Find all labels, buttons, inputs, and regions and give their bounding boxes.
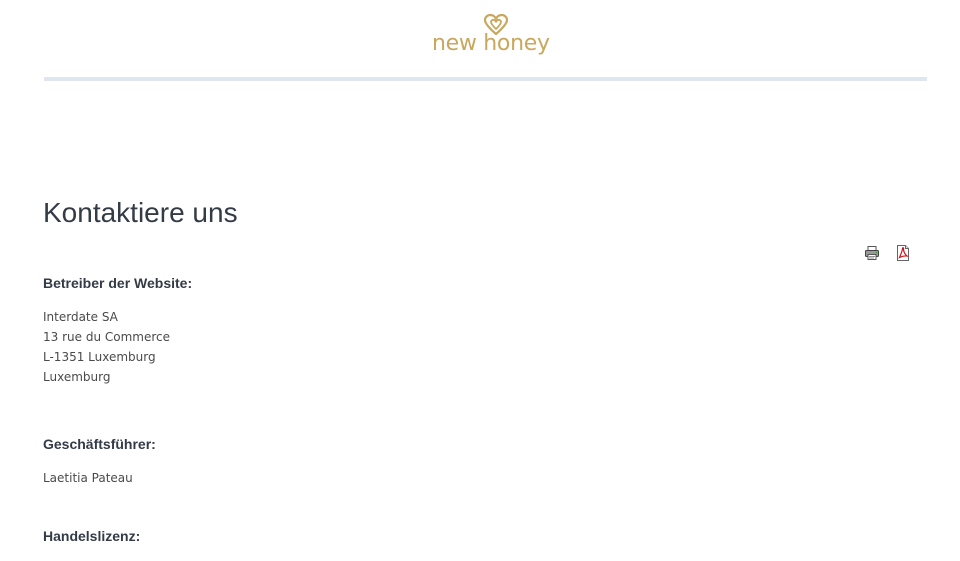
license-heading: Handelslizenz: — [43, 528, 141, 544]
header-divider — [44, 77, 927, 81]
address-line: 13 rue du Commerce — [43, 330, 170, 344]
manager-names: Laetitia Pateau — [43, 468, 133, 488]
manager-name: Laetitia Pateau — [43, 471, 133, 485]
printer-icon[interactable] — [864, 245, 880, 261]
operator-address: Interdate SA 13 rue du Commerce L-1351 L… — [43, 307, 170, 387]
site-logo[interactable]: new honey — [432, 12, 550, 64]
site-header: new honey — [0, 0, 960, 82]
manager-heading: Geschäftsführer: — [43, 436, 156, 452]
address-line: L-1351 Luxemburg — [43, 350, 156, 364]
page-title: Kontaktiere uns — [43, 197, 238, 228]
address-line: Interdate SA — [43, 310, 118, 324]
address-line: Luxemburg — [43, 370, 111, 384]
logo-text: new honey — [432, 31, 550, 56]
pdf-icon[interactable] — [895, 245, 911, 261]
page-tools — [864, 245, 911, 261]
operator-heading: Betreiber der Website: — [43, 275, 193, 291]
